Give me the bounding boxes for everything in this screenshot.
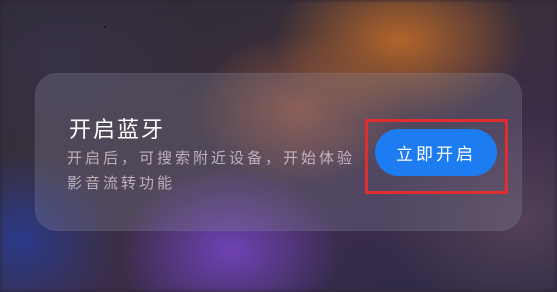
enable-bluetooth-button[interactable]: 立即开启: [375, 129, 497, 176]
card-description: 开启后，可搜索附近设备，开始体验影音流转功能: [67, 149, 356, 192]
card-title: 开启蓝牙: [69, 118, 166, 143]
wallpaper-speck: [104, 26, 106, 28]
